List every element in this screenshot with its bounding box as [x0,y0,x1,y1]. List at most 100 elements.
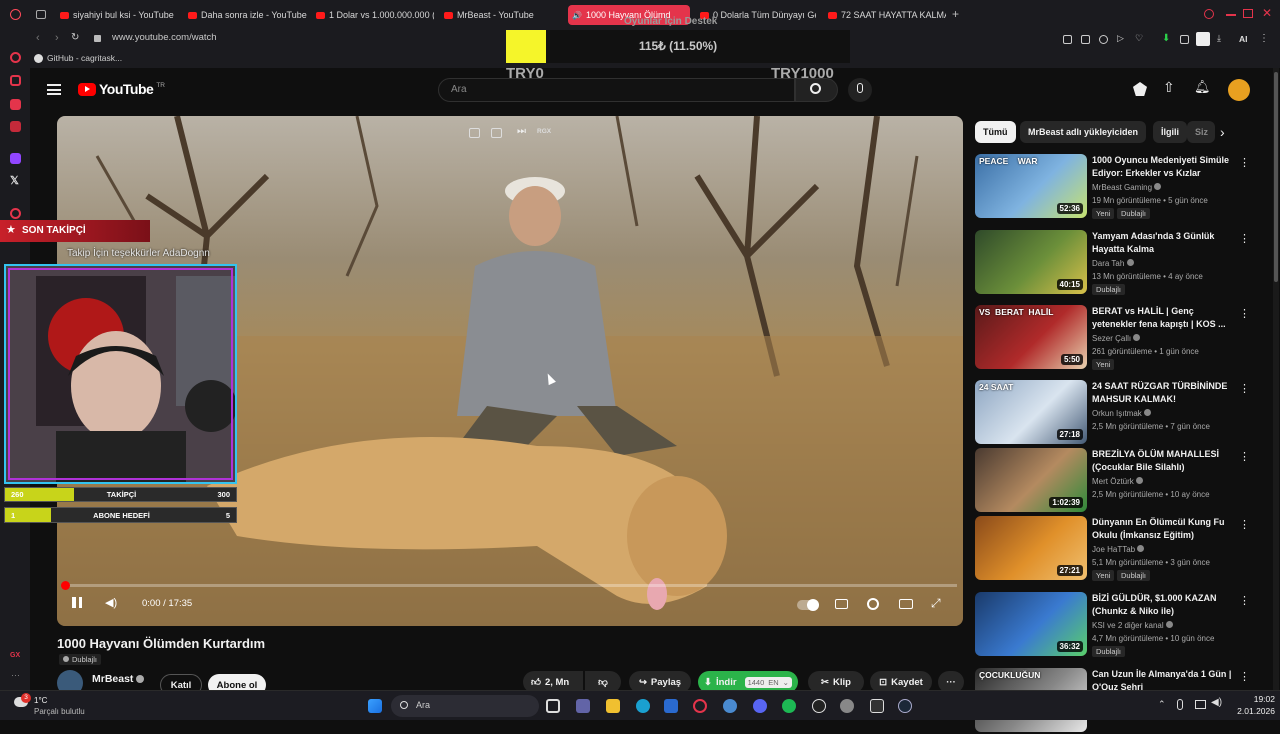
discord-icon[interactable] [753,699,767,713]
mail-icon[interactable] [10,121,21,132]
chip-all[interactable]: Tümü [975,121,1016,143]
video-thumbnail[interactable]: 1:02:39 [975,448,1087,512]
settings-icon[interactable] [10,208,21,219]
fullscreen-icon[interactable]: ⤢ [931,596,941,611]
pause-button[interactable] [71,596,85,610]
volume-tray-icon[interactable]: ◀︎) [1211,697,1222,708]
store-icon[interactable] [664,699,678,713]
miniplayer-icon[interactable] [469,128,480,138]
new-tab-button[interactable]: + [952,7,959,21]
recommendation-channel[interactable]: Dara Tah [1092,259,1134,268]
subtitles-icon[interactable] [835,599,848,609]
network-tray-icon[interactable] [1195,700,1206,709]
video-thumbnail[interactable]: VS BERAT HALİL 5:50 [975,305,1087,369]
progress-bar[interactable] [63,584,957,587]
progress-scrubber[interactable] [61,581,70,590]
reload-icon[interactable]: ↻ [71,32,79,43]
ai-button[interactable]: AI [1239,34,1248,44]
window-menu-icon[interactable] [10,9,21,20]
exit-icon[interactable] [491,128,502,138]
download-quality-select[interactable]: 1440 EN ⌄ [744,676,792,688]
play-extension-icon[interactable]: ▷ [1117,33,1124,44]
more-menu-icon[interactable]: ⋮ [1259,33,1269,44]
url-field[interactable]: www.youtube.com/watch [112,32,217,43]
recommendation-item[interactable]: 24 SAAT 27:18 24 SAAT RÜZGAR TÜRBİNİNDE MA… [975,380,1250,446]
more-options-icon[interactable]: ⋮ [1239,518,1250,531]
recommendation-item[interactable]: PEACE WAR 52:36 1000 Oyuncu Medeniyeti Sim… [975,154,1250,220]
epic-games-icon[interactable] [870,699,884,713]
minimize-icon[interactable] [1226,14,1236,16]
extension-icon[interactable] [1063,35,1072,44]
back-icon[interactable]: ‹ [36,32,40,44]
downloads-icon[interactable]: ⤓ [1217,33,1221,44]
maximize-icon[interactable] [1243,9,1253,18]
more-options-icon[interactable]: ⋮ [1239,670,1250,683]
more-options-icon[interactable]: ⋮ [1239,594,1250,607]
extension-icon[interactable] [1099,35,1108,44]
clock-date[interactable]: 2.01.2026 [1228,706,1275,716]
recommendation-item[interactable]: 1:02:39 BREZİLYA ÖLÜM MAHALLESİ (Çocuklar… [975,448,1250,514]
rgx-icon[interactable]: RGX [537,128,551,135]
video-thumbnail[interactable]: 27:21 [975,516,1087,580]
browser-tab[interactable]: 1 Dolar vs 1.000.000.000 ( [316,5,434,25]
edge-icon[interactable] [636,699,650,713]
avatar[interactable] [1228,79,1250,101]
opera-gx-icon[interactable] [693,699,707,713]
extension-icon[interactable] [1081,35,1090,44]
puzzle-icon[interactable] [1180,35,1189,44]
recommendation-channel[interactable]: Mert Öztürk [1092,477,1144,486]
more-icon[interactable]: ··· [11,670,20,680]
more-options-icon[interactable]: ⋮ [1239,450,1250,463]
recommendation-title[interactable]: Yamyam Adası'nda 3 Günlük Hayatta Kalma [1092,230,1232,256]
file-explorer-icon[interactable] [606,699,620,713]
hamburger-menu-icon[interactable] [47,84,61,95]
recommendation-item[interactable]: 40:15 Yamyam Adası'nda 3 Günlük Hayatta K… [975,230,1250,296]
steam-icon[interactable] [898,699,912,713]
recommendation-title[interactable]: 24 SAAT RÜZGAR TÜRBİNİNDE MAHSUR KALMAK! [1092,380,1232,406]
heart-icon[interactable]: ♡ [1135,33,1143,44]
recommendation-item[interactable]: 27:21 Dünyanın En Ölümcül Kung Fu Okulu (… [975,516,1250,582]
x-icon[interactable]: 𝕏 [10,174,19,187]
recommendation-channel[interactable]: MrBeast Gaming [1092,183,1162,192]
tab-actions-icon[interactable] [36,10,46,19]
task-view-icon[interactable] [546,699,560,713]
weather-widget[interactable]: 3 1°C Parçalı bulutlu [12,693,122,718]
more-options-icon[interactable]: ⋮ [1239,307,1250,320]
twitch-icon[interactable] [10,153,21,164]
video-thumbnail[interactable]: 40:15 [975,230,1087,294]
video-thumbnail[interactable]: 24 SAAT 27:18 [975,380,1087,444]
settings-app-icon[interactable] [840,699,854,713]
recommendation-channel[interactable]: KSI ve 2 diğer kanal [1092,621,1173,630]
clock-time[interactable]: 19:02 [1235,694,1275,704]
recommendation-title[interactable]: BİZİ GÜLDÜR, $1.000 KAZAN (Chunkz & Niko… [1092,592,1232,618]
create-icon[interactable] [1133,82,1147,96]
close-icon[interactable]: ✕ [1262,6,1272,20]
bookmark-item[interactable]: GitHub - cagritask... [34,53,122,63]
microphone-tray-icon[interactable] [1177,699,1183,710]
more-options-icon[interactable]: ⋮ [1239,232,1250,245]
video-thumbnail[interactable]: PEACE WAR 52:36 [975,154,1087,218]
channel-name[interactable]: MrBeast [92,673,133,685]
upload-icon[interactable]: ⇧ [1163,79,1175,96]
theater-mode-icon[interactable] [899,599,913,609]
scrollbar-thumb[interactable] [1274,72,1278,282]
teams-icon[interactable] [576,699,590,713]
youtube-logo[interactable]: YouTube TR [78,81,165,97]
recommendation-title[interactable]: BREZİLYA ÖLÜM MAHALLESİ (Çocuklar Bile S… [1092,448,1232,474]
recommendation-channel[interactable]: Joe HaTTab [1092,545,1145,554]
chip-from-uploader[interactable]: MrBeast adlı yükleyiciden [1020,121,1147,143]
profile-square-icon[interactable] [1196,32,1210,46]
search-tabs-icon[interactable] [1204,9,1214,19]
spotify-icon[interactable] [782,699,796,713]
skip-next-icon[interactable]: ⏭ [517,126,526,137]
recommendation-channel[interactable]: Orkun Işıtmak [1092,409,1152,418]
taskbar-search[interactable]: Ara [391,695,539,717]
settings-gear-icon[interactable] [867,598,879,610]
recommendation-title[interactable]: BERAT vs HALİL | Genç yetenekler fena ka… [1092,305,1232,331]
chip-for-you[interactable]: Siz [1187,121,1215,143]
recommendation-title[interactable]: Dünyanın En Ölümcül Kung Fu Okulu (İmkan… [1092,516,1232,542]
obs-icon[interactable] [812,699,826,713]
messenger-icon[interactable] [10,99,21,110]
start-windows-icon[interactable] [368,699,382,713]
more-options-icon[interactable]: ⋮ [1239,382,1250,395]
